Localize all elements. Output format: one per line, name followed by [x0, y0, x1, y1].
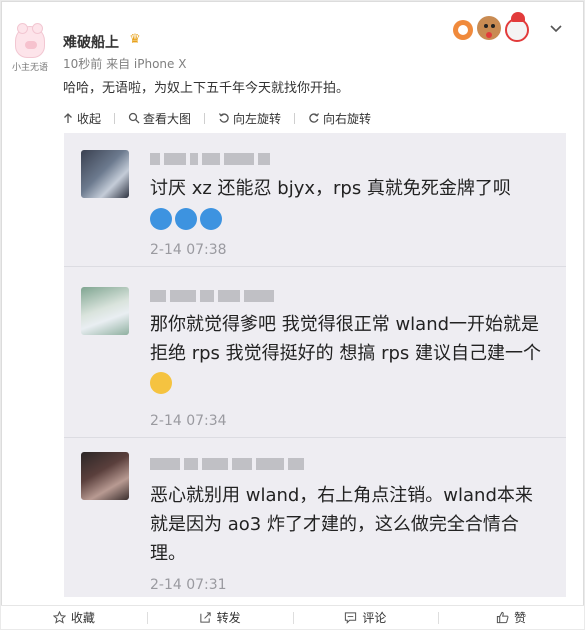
repost-label: 转发	[216, 611, 241, 625]
comment-item: 恶心就别用 wland，右上角点注销。wland本来就是因为 ao3 炸了才建的…	[64, 438, 566, 597]
view-large-button[interactable]: 查看大图	[128, 110, 191, 127]
view-large-label: 查看大图	[143, 111, 192, 126]
username[interactable]: 难破船上	[63, 32, 119, 52]
weibo-post-card: 小主无语 难破船上 ♛ 10秒前 来自 iPhone X 哈哈，无语啦，为奴上下…	[1, 1, 584, 629]
comment-item: 那你就觉得爹吧 我觉得很正常 wland一开始就是拒绝 rps 我觉得挺好的 想…	[64, 267, 566, 437]
festive-decoration-icon	[453, 10, 533, 44]
emoji-icon	[200, 208, 222, 230]
comment-time: 2-14 07:31	[150, 577, 227, 593]
collapse-label: 收起	[77, 111, 102, 126]
favorite-button[interactable]: 收藏	[1, 609, 147, 626]
page: 小主无语 难破船上 ♛ 10秒前 来自 iPhone X 哈哈，无语啦，为奴上下…	[0, 0, 585, 630]
comment-time: 2-14 07:38	[150, 242, 227, 258]
comment-text: 恶心就别用 wland，右上角点注销。wland本来就是因为 ao3 炸了才建的…	[150, 485, 533, 564]
blurred-username	[150, 454, 308, 474]
rotate-right-button[interactable]: 向右旋转	[308, 110, 371, 127]
avatar[interactable]: 小主无语	[9, 23, 51, 76]
comment-text: 那你就觉得爹吧 我觉得很正常 wland一开始就是拒绝 rps 我觉得挺好的 想…	[150, 310, 550, 397]
rotate-right-label: 向右旋转	[323, 111, 372, 126]
like-button[interactable]: 赞	[438, 609, 584, 626]
zoom-icon	[128, 112, 140, 124]
blurred-username	[150, 149, 274, 169]
pig-avatar-image	[15, 23, 45, 58]
blurred-username	[150, 286, 278, 306]
post-image[interactable]: 讨厌 xz 还能忍 bjyx，rps 真就免死金牌了呗 2-14 07:38 那…	[64, 133, 566, 597]
favorite-label: 收藏	[70, 611, 95, 625]
comment-avatar	[81, 287, 129, 335]
emoji-icon	[175, 208, 197, 230]
emoji-icon	[150, 372, 172, 394]
rotate-right-icon	[309, 113, 320, 123]
avatar-caption: 小主无语	[11, 63, 48, 73]
like-label: 赞	[514, 611, 527, 625]
comment-item: 讨厌 xz 还能忍 bjyx，rps 真就免死金牌了呗 2-14 07:38	[64, 133, 566, 266]
collapse-icon	[64, 113, 72, 123]
comment-label: 评论	[362, 611, 387, 625]
post-meta: 10秒前 来自 iPhone X	[63, 57, 187, 71]
rotate-left-label: 向左旋转	[233, 111, 282, 126]
comment-avatar	[81, 150, 129, 198]
emoji-icon	[150, 208, 172, 230]
collapse-button[interactable]: 收起	[62, 110, 101, 127]
repost-icon	[199, 612, 211, 623]
rotate-left-button[interactable]: 向左旋转	[218, 110, 281, 127]
thumbs-up-icon	[496, 611, 509, 624]
star-icon	[52, 611, 66, 624]
crown-icon: ♛	[129, 32, 141, 47]
comment-text: 讨厌 xz 还能忍 bjyx，rps 真就免死金牌了呗	[150, 174, 560, 233]
comment-button[interactable]: 评论	[292, 609, 439, 626]
image-toolbar: 收起 查看大图 向左旋转 向右旋转	[62, 108, 384, 128]
repost-button[interactable]: 转发	[146, 609, 293, 626]
rotate-left-icon	[219, 113, 229, 123]
action-bar: 收藏 转发 评论 赞	[1, 605, 584, 629]
comment-icon	[345, 612, 357, 624]
comment-time: 2-14 07:34	[150, 413, 227, 429]
post-text: 哈哈，无语啦，为奴上下五千年今天就找你开拍。	[63, 81, 350, 96]
chevron-down-icon[interactable]	[548, 20, 564, 36]
comment-avatar	[81, 452, 129, 500]
